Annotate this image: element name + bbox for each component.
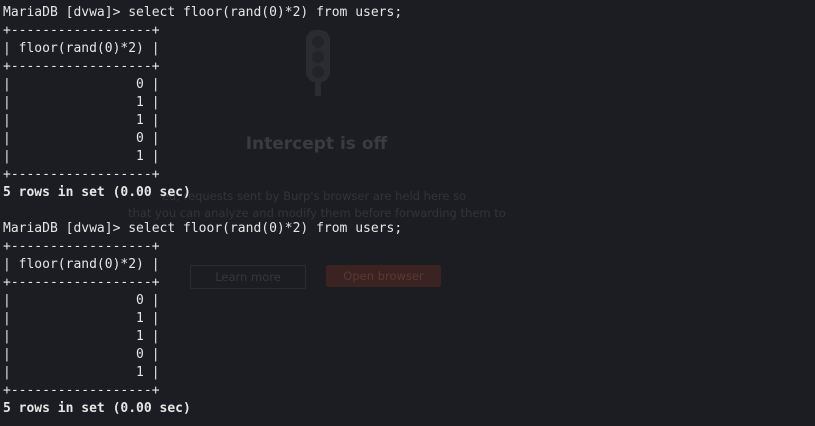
table-header-line: | floor(rand(0)*2) | [3,257,160,272]
table-border-line: +------------------+ [3,239,160,254]
query-status-line: 5 rows in set (0.00 sec) [3,185,191,200]
table-header-line: | floor(rand(0)*2) | [3,41,160,56]
table-border-line: +------------------+ [3,167,160,182]
table-row: | 0 | [3,347,160,362]
table-row: | 0 | [3,293,160,308]
table-border-line: +------------------+ [3,59,160,74]
table-row: | 1 | [3,95,160,110]
sql-prompt-line: MariaDB [dvwa]> select floor(rand(0)*2) … [3,5,403,20]
table-row: | 1 | [3,113,160,128]
table-row: | 1 | [3,365,160,380]
table-border-line: +------------------+ [3,275,160,290]
table-border-line: +------------------+ [3,383,160,398]
table-row: | 1 | [3,329,160,344]
sql-prompt-line: MariaDB [dvwa]> select floor(rand(0)*2) … [3,221,403,236]
query-status-line: 5 rows in set (0.00 sec) [3,401,191,416]
terminal-output[interactable]: MariaDB [dvwa]> select floor(rand(0)*2) … [3,4,402,418]
table-border-line: +------------------+ [3,23,160,38]
table-row: | 1 | [3,149,160,164]
table-row: | 0 | [3,77,160,92]
table-row: | 1 | [3,311,160,326]
table-row: | 0 | [3,131,160,146]
